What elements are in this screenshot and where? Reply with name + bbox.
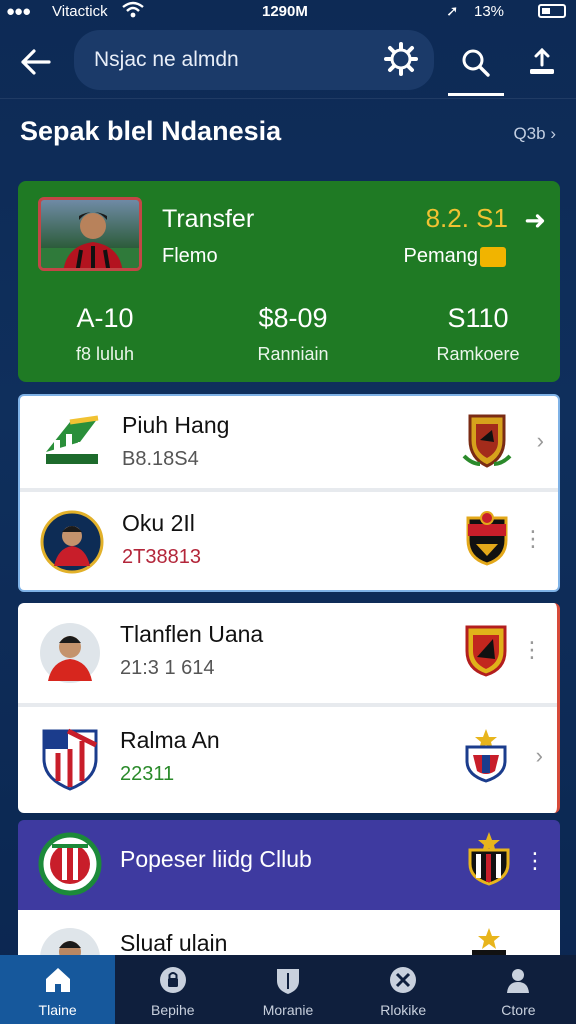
transfer-title: Transfer: [162, 205, 255, 233]
club-name: Popeser liidg Cllub: [120, 846, 312, 872]
stat-label: Ramkoere: [436, 344, 520, 364]
more-options-icon[interactable]: ⋮: [521, 637, 543, 663]
transfer-amount: 8.2. S1: [425, 203, 508, 233]
see-more-label: Q3b: [513, 124, 546, 143]
nav-label: Tlaine: [38, 1002, 77, 1018]
team-crest-icon: [461, 727, 511, 783]
transfer-subtitle: Flemo: [162, 245, 218, 267]
signal-icon: ●●●: [6, 3, 31, 20]
stat-value: S110: [447, 303, 509, 333]
arrow-right-icon[interactable]: ➜: [524, 205, 546, 236]
list-item-name: Sluaf ulain: [120, 930, 228, 956]
divider: [18, 703, 557, 707]
shield-icon: [277, 969, 299, 994]
stat-item: $8-09 Ranniain: [228, 303, 358, 365]
list-item-name: Piuh Hang: [122, 412, 230, 438]
club-list-card: Piuh Hang B8.18S4 › Oku 2Il 2T38813 ⋮: [18, 394, 560, 592]
search-icon: [462, 49, 490, 77]
list-item[interactable]: Tlanflen Uana 21:3 1 614 ⋮: [18, 605, 557, 705]
search-button[interactable]: [448, 32, 504, 96]
club-logo-icon: [38, 832, 102, 896]
club-logo-icon: [40, 412, 104, 476]
clock: 1290M: [262, 3, 308, 20]
user-icon: [507, 969, 530, 993]
list-item[interactable]: Piuh Hang B8.18S4 ›: [20, 396, 558, 496]
location-icon: ➚: [446, 3, 459, 20]
list-item-name: Ralma An: [120, 727, 220, 753]
chevron-right-icon[interactable]: ›: [537, 428, 544, 454]
transfer-status: Pemang: [403, 245, 479, 267]
battery-percent: 13%: [474, 3, 505, 20]
list-item-value: 22311: [120, 763, 175, 785]
back-button[interactable]: [14, 40, 58, 84]
see-more-link[interactable]: Q3b ›: [513, 124, 556, 144]
nav-item-clubs[interactable]: Bepihe: [115, 955, 230, 1024]
nav-label: Rlokike: [380, 1002, 427, 1018]
team-crest-icon: [462, 412, 512, 468]
team-crest-icon: [462, 510, 512, 566]
nav-item-matches[interactable]: Rlokike: [346, 955, 461, 1024]
club-list-card: Tlanflen Uana 21:3 1 614 ⋮ Ralma An 2231…: [18, 603, 560, 813]
stat-label: f8 luluh: [75, 344, 135, 364]
stat-value: A-10: [76, 303, 134, 333]
nav-item-teams[interactable]: Moranie: [230, 955, 345, 1024]
list-item[interactable]: Ralma An 22311 ›: [18, 711, 557, 811]
stat-label: Ranniain: [257, 344, 329, 364]
player-photo: [38, 197, 142, 271]
list-item-value: 21:3 1 614: [120, 657, 215, 679]
home-icon: [45, 968, 70, 992]
nav-item-home[interactable]: Tlaine: [0, 955, 116, 1024]
list-item-name: Tlanflen Uana: [120, 621, 264, 647]
more-options-icon[interactable]: ⋮: [524, 848, 546, 874]
nav-label: Ctore: [501, 1002, 536, 1018]
player-avatar: [38, 621, 102, 685]
lock-badge-icon: [159, 967, 186, 993]
nav-label: Bepihe: [151, 1002, 195, 1018]
upload-button[interactable]: [518, 36, 566, 88]
upload-icon: [530, 47, 554, 74]
wifi-icon: [122, 1, 144, 23]
arrow-left-icon: [21, 49, 51, 75]
popular-club-card[interactable]: Popeser liidg Cllub ⋮: [18, 820, 560, 910]
stat-item: A-10 f8 luluh: [50, 303, 160, 365]
stat-item: S110 Ramkoere: [418, 303, 538, 365]
list-item-name: Oku 2Il: [122, 510, 195, 536]
search-input[interactable]: Nsjac ne almdn: [74, 30, 434, 90]
nav-item-profile[interactable]: Ctore: [461, 955, 576, 1024]
more-options-icon[interactable]: ⋮: [522, 526, 544, 552]
transfer-card[interactable]: Transfer Flemo 8.2. S1 ➜ Pemang A-10 f8 …: [18, 181, 560, 382]
club-logo-icon: [38, 727, 102, 791]
team-crest-icon: [464, 830, 514, 886]
page-title: Sepak blel Ndanesia: [20, 116, 282, 146]
close-circle-icon: [390, 967, 417, 993]
list-item-value: 2T38813: [122, 546, 201, 568]
divider: [20, 488, 558, 492]
search-query: Nsjac ne almdn: [94, 48, 239, 71]
status-badge: [480, 247, 506, 267]
team-crest-icon: [461, 621, 511, 677]
header-divider: [0, 98, 576, 99]
player-avatar: [40, 510, 104, 574]
list-item-value: B8.18S4: [122, 448, 199, 470]
chevron-right-icon: ›: [550, 124, 556, 143]
chevron-right-icon[interactable]: ›: [536, 743, 543, 769]
gear-icon[interactable]: [384, 42, 418, 76]
status-bar: ●●● Vitactick 1290M ➚ 13%: [0, 0, 576, 22]
list-item[interactable]: Oku 2Il 2T38813 ⋮: [20, 494, 558, 594]
battery-icon: [538, 4, 566, 18]
nav-label: Moranie: [262, 1002, 314, 1018]
stat-value: $8-09: [258, 303, 328, 333]
bottom-nav: Tlaine Bepihe Moranie Rlokike Ctore: [0, 955, 576, 1024]
carrier-name: Vitactick: [52, 3, 108, 20]
